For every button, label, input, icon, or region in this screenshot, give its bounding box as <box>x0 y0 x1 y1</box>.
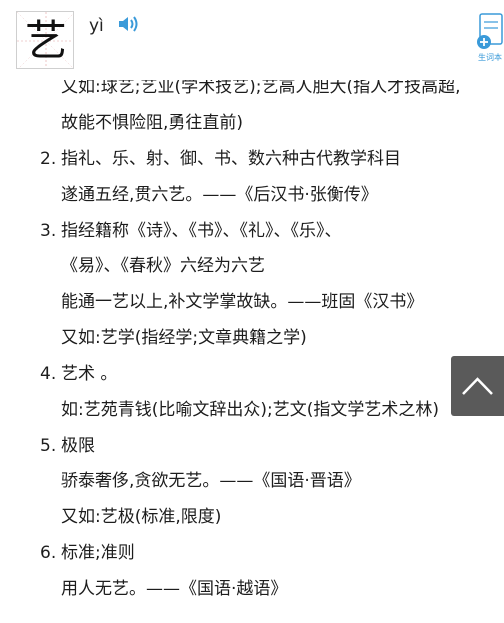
pinyin-label: yì <box>89 16 104 36</box>
definition-number: 5. <box>40 436 57 456</box>
add-vocab-button[interactable]: 生词本 <box>474 10 504 66</box>
word-header: 艺 yì 生词本 <box>0 0 504 80</box>
definition-number: 4. <box>40 364 57 384</box>
add-vocab-label: 生词本 <box>478 53 502 62</box>
definition-number: 6. <box>40 543 57 563</box>
notebook-add-icon <box>477 13 503 49</box>
scroll-top-button[interactable] <box>451 356 504 416</box>
speaker-icon[interactable] <box>117 14 141 34</box>
chevron-up-icon <box>462 377 493 395</box>
character-box: 艺 <box>16 11 74 69</box>
definition-number: 3. <box>40 221 57 241</box>
definition-list: 又如:球艺;艺业(学术技艺);艺高人胆大(指人才技高超, 故能不惧险阻,勇往直前… <box>40 77 461 599</box>
character-glyph: 艺 <box>24 16 67 65</box>
definition-number: 2. <box>40 149 57 169</box>
